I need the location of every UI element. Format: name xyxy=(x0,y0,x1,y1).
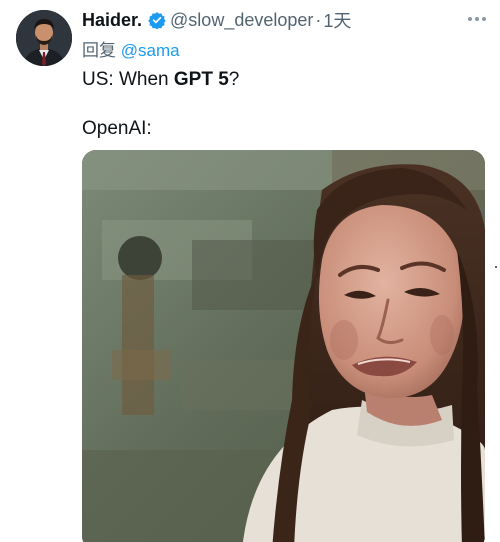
text-suffix: ? xyxy=(228,69,240,90)
avatar[interactable] xyxy=(16,10,72,66)
separator: · xyxy=(315,9,322,30)
reply-prefix: 回复 xyxy=(82,41,116,60)
handle[interactable]: @slow_developer xyxy=(170,10,313,31)
reply-mention[interactable]: @sama xyxy=(121,41,180,60)
tweet-header: Haider. @slow_developer · 1天 xyxy=(82,8,460,32)
more-dot xyxy=(468,17,472,21)
more-horizontal-icon[interactable] xyxy=(468,10,486,28)
tweet-media-image[interactable] xyxy=(82,150,485,542)
tweet-text-line-2: OpenAI: xyxy=(82,118,152,139)
tweet: Haider. @slow_developer · 1天 回复 @sama US… xyxy=(0,0,500,542)
reply-context: 回复 @sama xyxy=(82,36,180,61)
stray-dot xyxy=(495,266,497,268)
more-dot xyxy=(482,17,486,21)
timestamp[interactable]: 1天 xyxy=(323,7,351,33)
tweet-text-line-1: US: When GPT 5? xyxy=(82,69,239,91)
text-prefix: US: When xyxy=(82,69,174,90)
crying-woman-meme-image xyxy=(82,150,485,542)
text-bold: GPT 5 xyxy=(173,69,229,90)
verified-badge-icon xyxy=(148,12,166,29)
more-dot xyxy=(475,17,479,21)
display-name[interactable]: Haider. xyxy=(82,10,142,31)
avatar-image xyxy=(16,10,72,66)
